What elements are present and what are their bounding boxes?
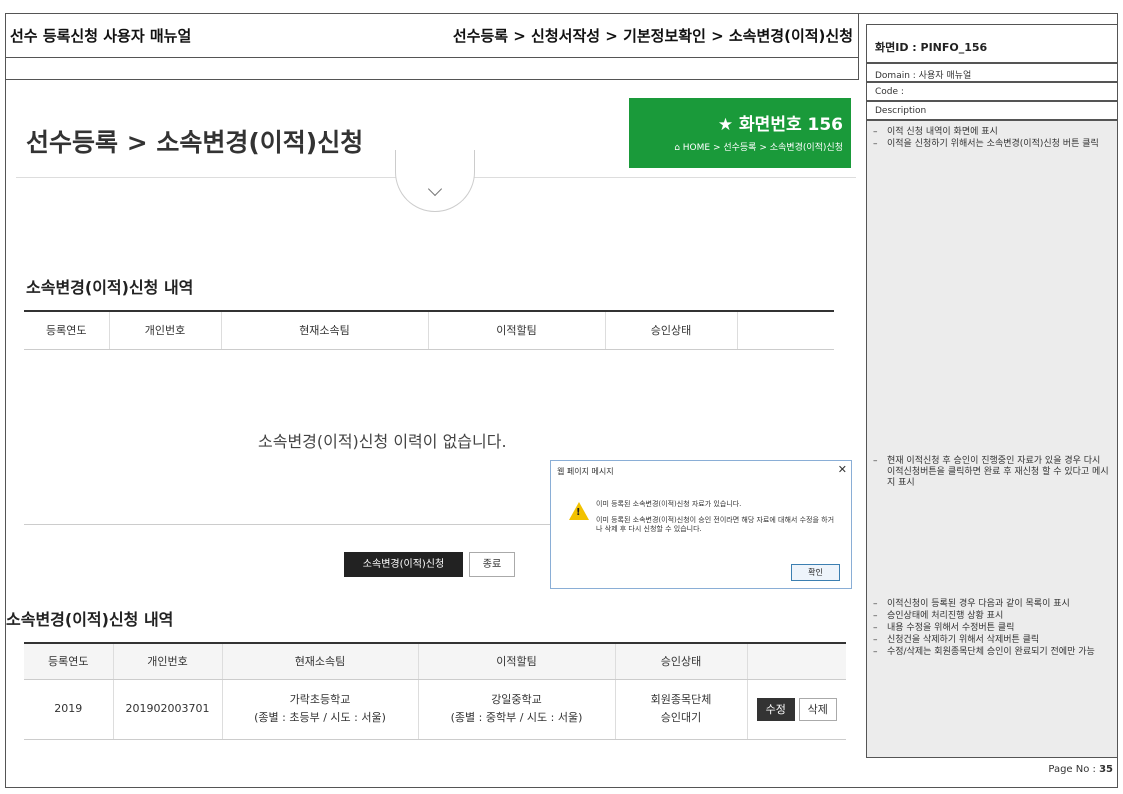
current-team-detail: (종별 : 초등부 / 시도 : 서울) bbox=[254, 711, 386, 724]
domain-label: Domain : 사용자 매뉴얼 bbox=[866, 63, 1118, 82]
empty-message: 소속변경(이적)신청 이력이 없습니다. bbox=[258, 432, 507, 451]
screen-id: 화면ID : PINFO_156 bbox=[866, 24, 1118, 63]
delete-button[interactable]: 삭제 bbox=[798, 697, 837, 721]
cell-personal-no: 201902003701 bbox=[112, 679, 222, 740]
note-item: 신청건을 삭제하기 위해서 삭제버튼 클릭 bbox=[873, 635, 1111, 646]
page-number: Page No : 35 bbox=[1048, 764, 1113, 775]
manual-header: 선수 등록신청 사용자 매뉴얼 선수등록 > 신청서작성 > 기본정보확인 > … bbox=[6, 14, 859, 58]
col-current-team: 현재소속팀 bbox=[221, 643, 418, 680]
description-label: Description bbox=[866, 101, 1118, 120]
note-item: 내용 수정을 위해서 수정버튼 클릭 bbox=[873, 623, 1111, 634]
cell-year: 2019 bbox=[24, 679, 113, 740]
screen-number: ★ 화면번호 156 bbox=[717, 115, 843, 135]
home-icon: ⌂ bbox=[674, 143, 683, 153]
notes-dialog: 현재 이적신청 후 승인이 진행중인 자료가 있을 경우 다시 이적신청버튼을 … bbox=[873, 456, 1111, 490]
col-personal-no: 개인번호 bbox=[108, 311, 221, 350]
col-target-team: 이적할팀 bbox=[417, 643, 615, 680]
cell-actions: 수정 삭제 bbox=[746, 679, 846, 740]
chevron-down-icon bbox=[427, 181, 443, 197]
cell-current-team: 가락초등학교 (종별 : 초등부 / 시도 : 서울) bbox=[221, 679, 418, 740]
cell-target-team: 강일중학교 (종별 : 중학부 / 시도 : 서울) bbox=[417, 679, 615, 740]
col-actions bbox=[746, 643, 846, 680]
status-text: 회원종목단체 bbox=[650, 693, 712, 706]
section-title-list: 소속변경(이적)신청 내역 bbox=[6, 610, 174, 629]
notes-list: 이적신청이 등록된 경우 다음과 같이 목록이 표시 승인상태에 처리진행 상황… bbox=[873, 599, 1111, 659]
history-table-empty: 등록연도 개인번호 현재소속팀 이적할팀 승인상태 bbox=[24, 310, 834, 350]
note-item: 이적 신청 내역이 화면에 표시 bbox=[873, 127, 1111, 138]
note-item: 수정/삭제는 회원종목단체 승인이 완료되기 전에만 가능 bbox=[873, 647, 1111, 658]
note-item: 승인상태에 처리진행 상황 표시 bbox=[873, 611, 1111, 622]
manual-title: 선수 등록신청 사용자 매뉴얼 bbox=[10, 27, 192, 45]
breadcrumb: ⌂ HOME > 선수등록 > 소속변경(이적)신청 bbox=[674, 140, 843, 153]
dialog-message-2: 이미 등록된 소속변경(이적)신청이 승인 전이라면 해당 자료에 대해서 수정… bbox=[596, 516, 835, 533]
note-item: 현재 이적신청 후 승인이 진행중인 자료가 있을 경우 다시 이적신청버튼을 … bbox=[873, 456, 1111, 489]
cell-status: 회원종목단체승인대기 bbox=[614, 679, 747, 740]
note-item: 이적신청이 등록된 경우 다음과 같이 목록이 표시 bbox=[873, 599, 1111, 610]
screen-number-box: ★ 화면번호 156 ⌂ HOME > 선수등록 > 소속변경(이적)신청 bbox=[629, 98, 851, 168]
code-label: Code : bbox=[866, 82, 1118, 101]
col-target-team: 이적할팀 bbox=[427, 311, 605, 350]
col-personal-no: 개인번호 bbox=[112, 643, 222, 680]
history-table: 등록연도 개인번호 현재소속팀 이적할팀 승인상태 2019 201902003… bbox=[24, 642, 846, 740]
table-row: 2019 201902003701 가락초등학교 (종별 : 초등부 / 시도 :… bbox=[24, 679, 846, 740]
notes-history: 이적 신청 내역이 화면에 표시 이적을 신청하기 위해서는 소속변경(이적)신… bbox=[873, 127, 1111, 151]
main-area: 선수 등록신청 사용자 매뉴얼 선수등록 > 신청서작성 > 기본정보확인 > … bbox=[6, 14, 859, 787]
close-icon[interactable]: ✕ bbox=[838, 463, 847, 476]
ok-button[interactable]: 확인 bbox=[791, 564, 840, 581]
navigation-path: 선수등록 > 신청서작성 > 기본정보확인 > 소속변경(이적)신청 bbox=[452, 27, 853, 45]
col-year: 등록연도 bbox=[24, 643, 113, 680]
expand-toggle[interactable] bbox=[395, 150, 475, 212]
current-team-name: 가락초등학교 bbox=[289, 693, 351, 706]
dialog-message-1: 이미 등록된 소속변경(이적)신청 자료가 있습니다. bbox=[596, 500, 742, 508]
col-year: 등록연도 bbox=[24, 311, 109, 350]
status-detail: 승인대기 bbox=[660, 711, 702, 724]
sub-header bbox=[6, 58, 859, 80]
breadcrumb-text: HOME > 선수등록 > 소속변경(이적)신청 bbox=[682, 143, 843, 153]
target-team-name: 강일중학교 bbox=[491, 693, 542, 706]
note-item: 이적을 신청하기 위해서는 소속변경(이적)신청 버튼 클릭 bbox=[873, 139, 1111, 150]
col-actions bbox=[736, 311, 834, 350]
transfer-apply-button[interactable]: 소속변경(이적)신청 bbox=[344, 552, 463, 577]
col-status: 승인상태 bbox=[604, 311, 737, 350]
section-title-history: 소속변경(이적)신청 내역 bbox=[26, 278, 194, 297]
web-page-message-dialog: 웹 페이지 메시지 ✕ ! 이미 등록된 소속변경(이적)신청 자료가 있습니다… bbox=[550, 460, 852, 589]
dialog-title: 웹 페이지 메시지 bbox=[557, 467, 614, 476]
description-body: 이적 신청 내역이 화면에 표시 이적을 신청하기 위해서는 소속변경(이적)신… bbox=[866, 120, 1118, 758]
page-title: 선수등록 > 소속변경(이적)신청 bbox=[26, 128, 364, 157]
page-number-value: 35 bbox=[1099, 764, 1113, 775]
warning-mark: ! bbox=[576, 507, 581, 518]
description-panel: 화면ID : PINFO_156 Domain : 사용자 매뉴얼 Code :… bbox=[866, 14, 1118, 758]
edit-button[interactable]: 수정 bbox=[756, 697, 795, 721]
page-label: Page No : bbox=[1048, 764, 1100, 775]
close-button[interactable]: 종료 bbox=[469, 552, 515, 577]
target-team-detail: (종별 : 중학부 / 시도 : 서울) bbox=[450, 711, 583, 724]
col-status: 승인상태 bbox=[614, 643, 747, 680]
col-current-team: 현재소속팀 bbox=[220, 311, 428, 350]
